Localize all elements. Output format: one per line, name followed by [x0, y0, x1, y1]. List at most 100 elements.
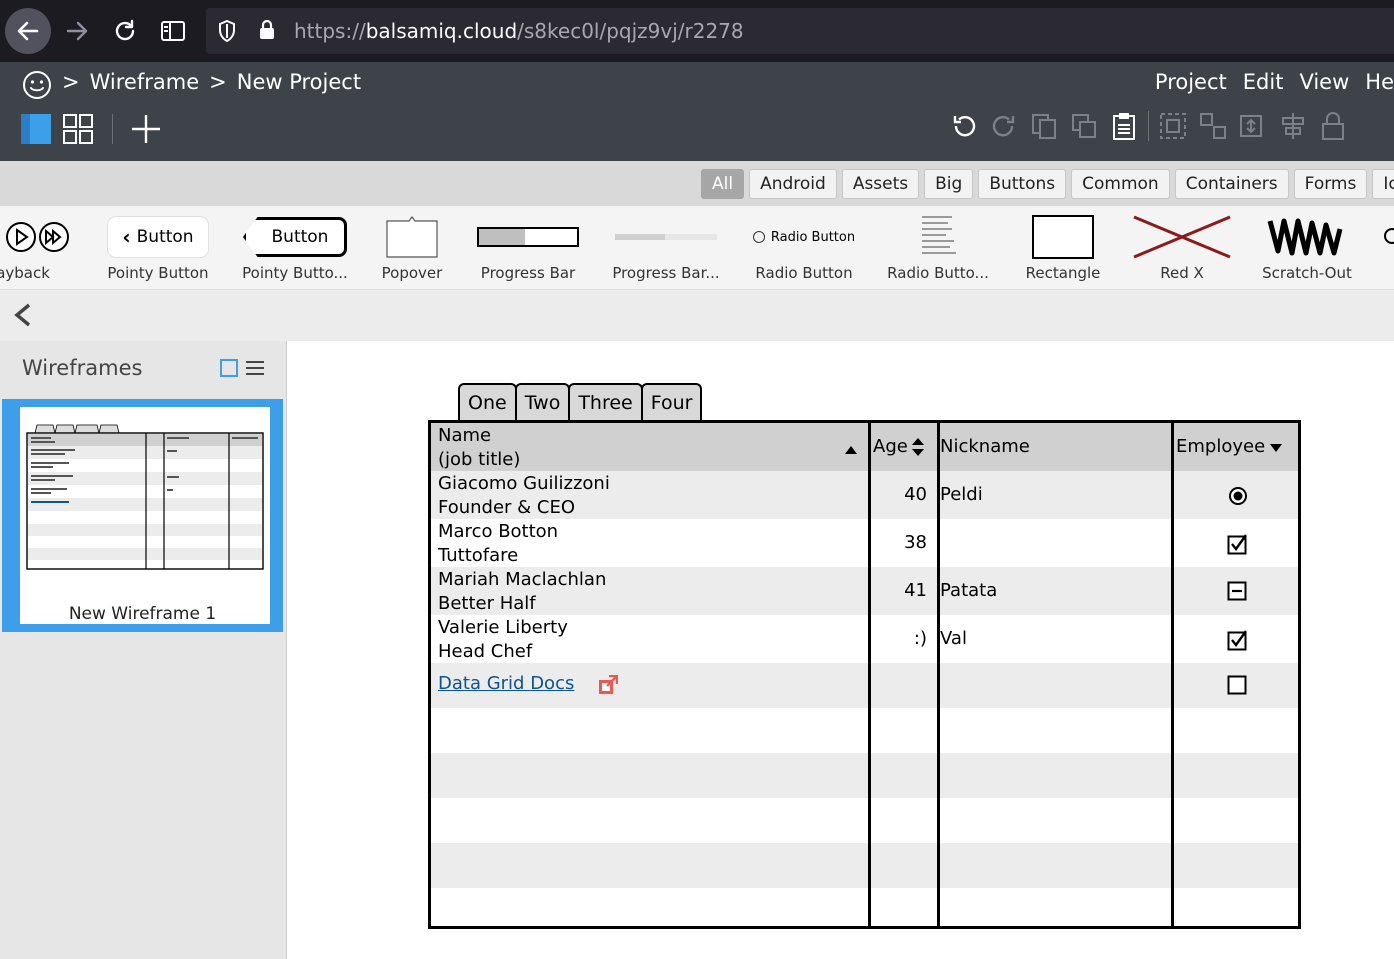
data-grid-docs-link[interactable]: Data Grid Docs [438, 673, 574, 694]
undo-icon [953, 116, 976, 137]
age-column-header[interactable]: Age [871, 423, 933, 471]
filter-containers[interactable]: Containers [1174, 169, 1289, 199]
table-row[interactable] [431, 708, 1298, 753]
table-row[interactable]: Giacomo Guilizzoni Founder & CEO 40 Peldi [431, 471, 1298, 519]
url-text[interactable]: https://balsamiq.cloud/s8kec0l/pqjz9vj/r… [294, 19, 744, 43]
component-pointy-button-alt[interactable]: Button Pointy Butto... [240, 212, 350, 282]
checkbox-indeterminate-icon[interactable] [1227, 581, 1247, 601]
chevron-left-icon[interactable] [12, 302, 34, 328]
tab-three[interactable]: Three [568, 383, 643, 421]
filter-buttons[interactable]: Buttons [978, 169, 1067, 199]
checkbox-unchecked-icon[interactable] [1227, 675, 1247, 695]
radio-button-group-icon [922, 216, 956, 254]
component-scratch-out[interactable]: Scratch-Out [1262, 212, 1352, 282]
red-x-icon [1133, 215, 1231, 259]
forward-button[interactable] [54, 8, 100, 54]
menu-help[interactable]: He [1365, 70, 1394, 94]
component-progress-bar-alt[interactable]: Progress Bar... [612, 212, 720, 282]
row-age: :) [913, 628, 927, 649]
filter-big[interactable]: Big [924, 169, 974, 199]
single-view-icon[interactable] [20, 113, 52, 145]
component-popover[interactable]: Popover [378, 212, 446, 282]
group-button[interactable] [1157, 110, 1189, 142]
name-column-header[interactable]: Name (job title) [438, 423, 868, 471]
filter-all[interactable]: All [701, 169, 745, 199]
component-progress-bar[interactable]: Progress Bar [474, 212, 582, 282]
column-divider[interactable] [1171, 423, 1174, 926]
tab-one[interactable]: One [458, 383, 517, 421]
wireframe-thumbnail-card[interactable]: New Wireframe 1 [2, 399, 283, 632]
radio-selected-icon[interactable] [1228, 486, 1248, 506]
redo-button[interactable] [988, 110, 1020, 142]
table-row[interactable] [431, 843, 1298, 888]
breadcrumb-project[interactable]: New Project [237, 70, 361, 94]
ungroup-button[interactable] [1197, 110, 1229, 142]
view-toggle-group [20, 112, 163, 146]
table-row[interactable]: Mariah Maclachlan Better Half 41 Patata [431, 567, 1298, 615]
add-icon[interactable] [129, 112, 163, 146]
row-name: Valerie Liberty [438, 617, 568, 638]
arrange-button[interactable] [1237, 110, 1269, 142]
align-button[interactable] [1277, 110, 1309, 142]
grid-view-icon[interactable] [62, 113, 94, 145]
library-filter-bar: All Android Assets Big Buttons Common Co… [0, 161, 1394, 206]
menu-edit[interactable]: Edit [1243, 70, 1284, 94]
reload-icon [115, 19, 135, 41]
lock-icon[interactable] [258, 19, 276, 41]
sort-up-icon [845, 446, 857, 454]
row-title: Better Half [438, 593, 536, 614]
component-radio-button-group[interactable]: Radio Butto... [887, 212, 989, 282]
undo-button[interactable] [948, 110, 980, 142]
employee-column-header[interactable]: Employee [1176, 423, 1298, 471]
lock-button[interactable] [1317, 110, 1349, 142]
paste-button[interactable] [1108, 110, 1140, 142]
row-title: Tuttofare [438, 545, 519, 566]
filter-forms[interactable]: Forms [1293, 169, 1368, 199]
component-playback[interactable]: layback [0, 212, 76, 282]
more-components-icon[interactable] [1382, 226, 1394, 246]
back-button[interactable] [5, 8, 51, 54]
data-grid[interactable]: Name (job title) Age Nickname Employee G… [428, 420, 1301, 929]
table-row[interactable]: Valerie Liberty Head Chef :) Val [431, 615, 1298, 663]
thumbnail-view-icon[interactable] [220, 359, 238, 377]
reader-view-button[interactable] [150, 8, 196, 54]
menu-project[interactable]: Project [1155, 70, 1227, 94]
clipboard-icon [1113, 113, 1135, 140]
duplicate-button[interactable] [1068, 110, 1100, 142]
component-rectangle[interactable]: Rectangle [1026, 212, 1100, 282]
breadcrumb-wireframe[interactable]: Wireframe [90, 70, 200, 94]
nickname-column-header[interactable]: Nickname [940, 423, 1170, 471]
column-divider[interactable] [868, 423, 871, 926]
grid-tabs: One Two Three Four [458, 383, 703, 421]
reload-button[interactable] [102, 8, 148, 54]
table-row[interactable] [431, 888, 1298, 926]
list-view-icon[interactable] [246, 360, 264, 376]
table-row[interactable]: Marco Botton Tuttofare 38 [431, 519, 1298, 567]
duplicate-icon [1072, 114, 1096, 138]
row-age: 41 [904, 580, 927, 601]
external-link-icon[interactable] [598, 675, 618, 695]
table-row[interactable]: Data Grid Docs [431, 663, 1298, 708]
shield-icon[interactable] [218, 20, 236, 42]
tab-four[interactable]: Four [640, 383, 703, 421]
ungroup-icon [1200, 113, 1226, 139]
smiley-logo-icon[interactable] [22, 70, 52, 100]
tab-two[interactable]: Two [514, 383, 571, 421]
column-divider[interactable] [937, 423, 940, 926]
copy-button[interactable] [1028, 110, 1060, 142]
filter-common[interactable]: Common [1071, 169, 1170, 199]
filter-icons[interactable]: Ico [1372, 169, 1394, 199]
component-radio-button[interactable]: Radio Button Radio Button [752, 212, 856, 282]
table-row[interactable] [431, 753, 1298, 798]
breadcrumb: > Wireframe > New Project [62, 70, 361, 94]
filter-assets[interactable]: Assets [841, 169, 920, 199]
menu-view[interactable]: View [1299, 70, 1349, 94]
checkbox-checked-icon[interactable] [1227, 629, 1249, 651]
table-row[interactable] [431, 798, 1298, 843]
url-bar[interactable]: https://balsamiq.cloud/s8kec0l/pqjz9vj/r… [206, 8, 1394, 54]
filter-android[interactable]: Android [749, 169, 837, 199]
component-pointy-button[interactable]: ‹ Button Pointy Button [106, 212, 210, 282]
component-red-x[interactable]: Red X [1130, 212, 1234, 282]
row-nickname: Peldi [940, 484, 983, 505]
checkbox-checked-icon[interactable] [1227, 533, 1249, 555]
